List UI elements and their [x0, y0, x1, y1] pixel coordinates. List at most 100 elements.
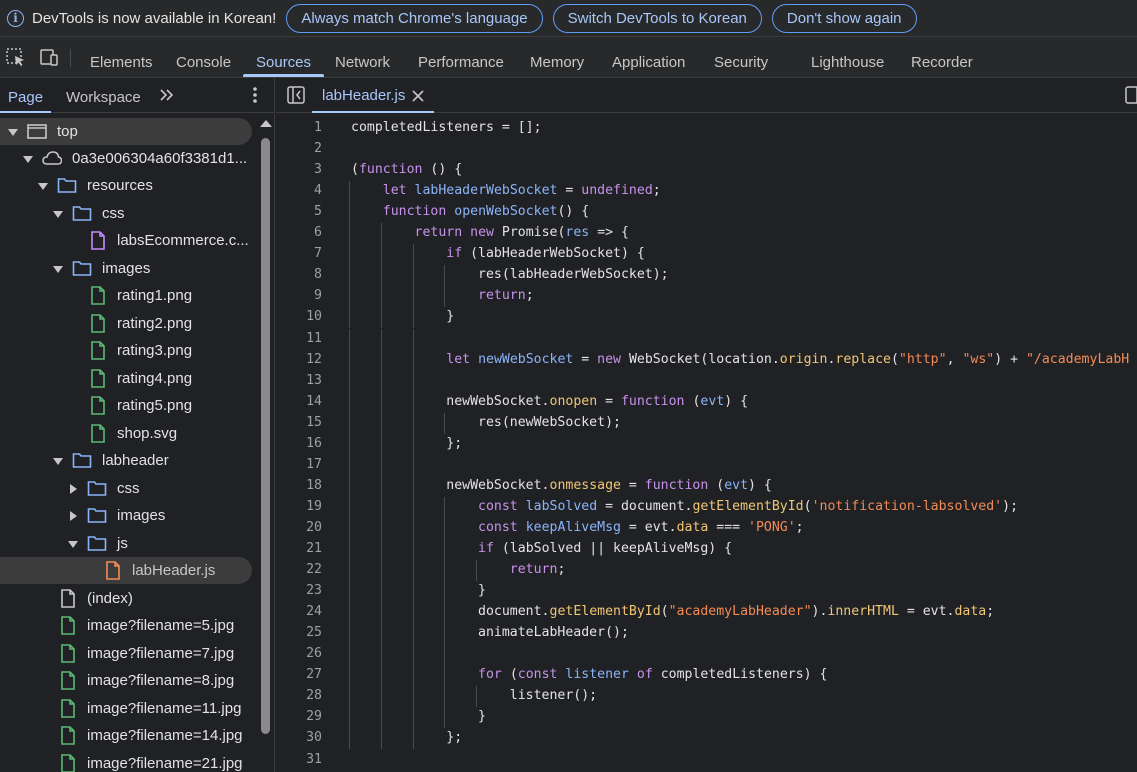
- code-line[interactable]: return;: [351, 562, 566, 577]
- code-line[interactable]: res(labHeaderWebSocket);: [351, 267, 669, 282]
- line-number[interactable]: 16: [276, 436, 322, 451]
- tab-application[interactable]: Application: [611, 37, 686, 77]
- tab-workspace[interactable]: Workspace: [66, 78, 141, 113]
- tree-item-file[interactable]: image?filename=8.jpg: [0, 667, 252, 694]
- code-line[interactable]: res(newWebSocket);: [351, 415, 621, 430]
- line-number[interactable]: 31: [276, 752, 322, 767]
- line-number[interactable]: 2: [276, 141, 322, 156]
- code-line[interactable]: function openWebSocket() {: [351, 204, 589, 219]
- code-line[interactable]: (function () {: [351, 162, 462, 177]
- line-number[interactable]: 28: [276, 688, 322, 703]
- tree-item-origin[interactable]: 0a3e006304a60f3381d1...: [0, 145, 252, 172]
- tab-network[interactable]: Network: [334, 37, 391, 77]
- line-number[interactable]: 25: [276, 625, 322, 640]
- code-line[interactable]: if (labSolved || keepAliveMsg) {: [351, 541, 732, 556]
- scrollbar-thumb[interactable]: [261, 138, 270, 734]
- tree-item-file[interactable]: shop.svg: [0, 420, 252, 447]
- scroll-up-arrow-icon[interactable]: [260, 118, 272, 128]
- code-line[interactable]: }: [351, 709, 486, 724]
- tab-security[interactable]: Security: [713, 37, 769, 77]
- tab-lighthouse[interactable]: Lighthouse: [810, 37, 885, 77]
- inspect-element-icon[interactable]: [5, 47, 27, 67]
- tab-elements[interactable]: Elements: [89, 37, 154, 77]
- code-line[interactable]: };: [351, 436, 462, 451]
- navigator-scrollbar[interactable]: [259, 116, 272, 772]
- code-line[interactable]: }: [351, 309, 454, 324]
- line-number[interactable]: 5: [276, 204, 322, 219]
- line-number[interactable]: 22: [276, 562, 322, 577]
- code-line[interactable]: newWebSocket.onopen = function (evt) {: [351, 394, 748, 409]
- tab-page[interactable]: Page: [0, 78, 52, 113]
- code-line[interactable]: for (const listener of completedListener…: [351, 667, 827, 682]
- line-number[interactable]: 14: [276, 394, 322, 409]
- line-number[interactable]: 20: [276, 520, 322, 535]
- tree-item-folder[interactable]: css: [0, 200, 252, 227]
- line-number[interactable]: 15: [276, 415, 322, 430]
- tab-recorder[interactable]: Recorder: [910, 37, 974, 77]
- line-number[interactable]: 19: [276, 499, 322, 514]
- line-number[interactable]: 18: [276, 478, 322, 493]
- tree-item-file[interactable]: rating4.png: [0, 365, 252, 392]
- collapsed-arrow-icon[interactable]: [68, 511, 78, 521]
- tree-item-file[interactable]: rating1.png: [0, 282, 252, 309]
- expanded-arrow-icon[interactable]: [53, 209, 63, 219]
- toggle-debugger-icon[interactable]: [1125, 86, 1137, 104]
- code-line[interactable]: animateLabHeader();: [351, 625, 629, 640]
- tree-item-file[interactable]: image?filename=14.jpg: [0, 722, 252, 749]
- switch-to-korean-button[interactable]: Switch DevTools to Korean: [552, 3, 762, 33]
- always-match-language-button[interactable]: Always match Chrome's language: [286, 3, 543, 33]
- tree-item-file[interactable]: image?filename=21.jpg: [0, 750, 252, 772]
- line-number[interactable]: 1: [276, 120, 322, 135]
- code-line[interactable]: const labSolved = document.getElementByI…: [351, 499, 1018, 514]
- tree-item-file[interactable]: image?filename=11.jpg: [0, 695, 252, 722]
- open-file-tab[interactable]: labHeader.js: [312, 78, 435, 113]
- collapsed-arrow-icon[interactable]: [68, 484, 78, 494]
- expanded-arrow-icon[interactable]: [53, 264, 63, 274]
- expanded-arrow-icon[interactable]: [23, 154, 33, 164]
- more-options-icon[interactable]: [249, 85, 261, 105]
- code-line[interactable]: completedListeners = [];: [351, 120, 542, 135]
- device-toolbar-icon[interactable]: [38, 47, 60, 67]
- code-area[interactable]: 1 completedListeners = []; 2 3 (function () …: [276, 116, 1137, 772]
- tree-item-folder[interactable]: images: [0, 502, 252, 529]
- line-number[interactable]: 4: [276, 183, 322, 198]
- code-line[interactable]: listener();: [351, 688, 597, 703]
- dont-show-again-button[interactable]: Don't show again: [771, 3, 917, 33]
- line-number[interactable]: 9: [276, 288, 322, 303]
- line-number[interactable]: 12: [276, 352, 322, 367]
- line-number[interactable]: 3: [276, 162, 322, 177]
- tree-item-file[interactable]: image?filename=5.jpg: [0, 612, 252, 639]
- line-number[interactable]: 6: [276, 225, 322, 240]
- line-number[interactable]: 8: [276, 267, 322, 282]
- expanded-arrow-icon[interactable]: [68, 539, 78, 549]
- tab-sources[interactable]: Sources: [242, 37, 325, 77]
- expanded-arrow-icon[interactable]: [38, 181, 48, 191]
- toggle-navigator-icon[interactable]: [287, 86, 305, 104]
- line-number[interactable]: 30: [276, 730, 322, 745]
- line-number[interactable]: 7: [276, 246, 322, 261]
- code-line[interactable]: if (labHeaderWebSocket) {: [351, 246, 645, 261]
- code-line[interactable]: document.getElementById("academyLabHeade…: [351, 604, 994, 619]
- tree-item-file[interactable]: rating5.png: [0, 392, 252, 419]
- more-tabs-chevron-icon[interactable]: [157, 85, 177, 105]
- tab-console[interactable]: Console: [175, 37, 232, 77]
- tree-item-file[interactable]: labsEcommerce.c...: [0, 227, 252, 254]
- line-number[interactable]: 21: [276, 541, 322, 556]
- tab-performance[interactable]: Performance: [417, 37, 505, 77]
- line-number[interactable]: 13: [276, 373, 322, 388]
- line-number[interactable]: 23: [276, 583, 322, 598]
- tree-item-folder[interactable]: images: [0, 255, 252, 282]
- tree-item-folder[interactable]: js: [0, 530, 252, 557]
- line-number[interactable]: 11: [276, 331, 322, 346]
- tab-memory[interactable]: Memory: [529, 37, 585, 77]
- line-number[interactable]: 17: [276, 457, 322, 472]
- expanded-arrow-icon[interactable]: [8, 127, 18, 137]
- line-number[interactable]: 27: [276, 667, 322, 682]
- tree-item-folder[interactable]: labheader: [0, 447, 252, 474]
- code-line[interactable]: return;: [351, 288, 534, 303]
- code-line[interactable]: newWebSocket.onmessage = function (evt) …: [351, 478, 772, 493]
- line-number[interactable]: 26: [276, 646, 322, 661]
- line-number[interactable]: 10: [276, 309, 322, 324]
- line-number[interactable]: 29: [276, 709, 322, 724]
- code-line[interactable]: const keepAliveMsg = evt.data === 'PONG'…: [351, 520, 804, 535]
